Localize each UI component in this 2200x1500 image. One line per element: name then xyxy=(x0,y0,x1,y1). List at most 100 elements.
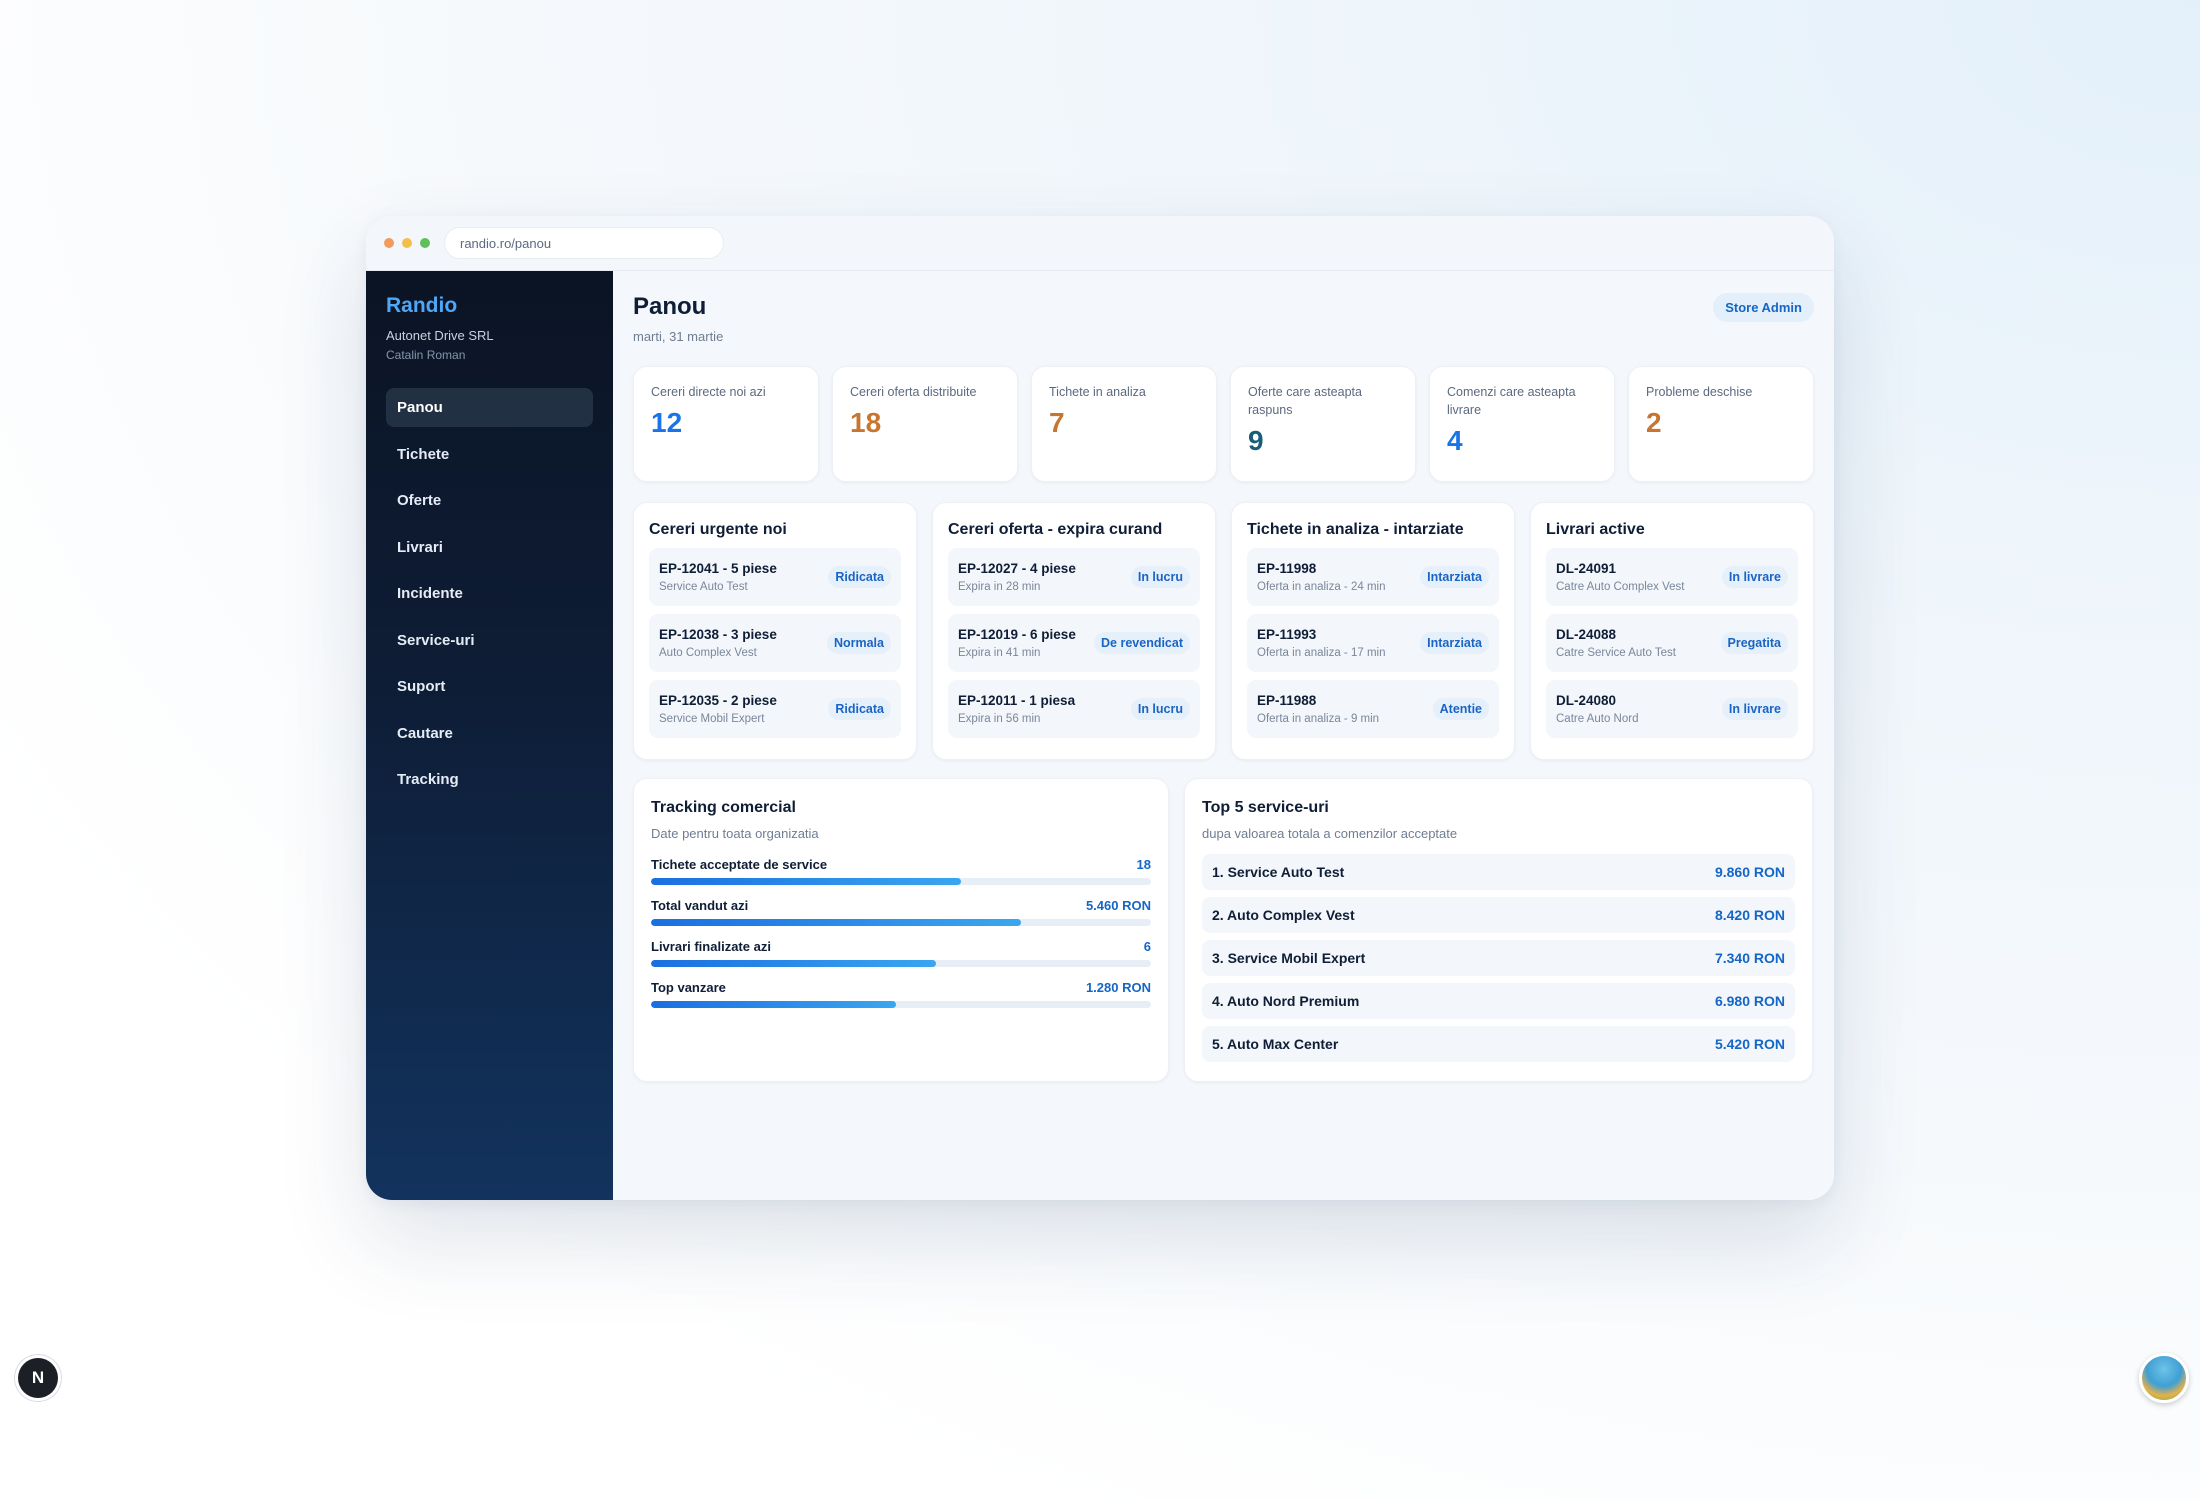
status-badge: Intarziata xyxy=(1420,566,1489,588)
stat-card-tichete-analiza[interactable]: Tichete in analiza 7 xyxy=(1031,366,1217,482)
item-subtitle: Service Auto Test xyxy=(659,581,748,593)
ranking-value: 5.420 RON xyxy=(1714,1036,1785,1052)
card-title: Tichete in analiza - intarziate xyxy=(1247,521,1464,538)
maximize-window-dot[interactable] xyxy=(420,238,430,248)
list-item[interactable]: EP-12019 - 6 piese Expira in 41 min De re… xyxy=(948,614,1200,672)
sidebar-item-service-uri[interactable]: Service-uri xyxy=(386,621,593,660)
item-subtitle: Catre Auto Complex Vest xyxy=(1556,581,1685,593)
ranking-value: 6.980 RON xyxy=(1714,993,1785,1009)
list-item[interactable]: EP-11993 Oferta in analiza - 17 min Intar… xyxy=(1247,614,1499,672)
status-badge: Normala xyxy=(826,632,891,654)
metric-label: Livrari finalizate azi xyxy=(651,939,771,954)
ranking-name: 1. Service Auto Test xyxy=(1212,864,1345,880)
card-title: Tracking comercial xyxy=(651,799,796,816)
list-item[interactable]: EP-12038 - 3 piese Auto Complex Vest Norm… xyxy=(649,614,901,672)
sidebar-item-tichete[interactable]: Tichete xyxy=(386,435,593,474)
ranking-name: 5. Auto Max Center xyxy=(1212,1036,1339,1052)
page-title: Panou xyxy=(633,293,707,320)
metric-total-vandut: Total vandut azi 5.460 RON xyxy=(651,898,1151,939)
item-title: EP-12019 - 6 piese xyxy=(958,627,1076,642)
card-subtitle: dupa valoarea totala a comenzilor accept… xyxy=(1202,826,1458,841)
item-title: EP-11993 xyxy=(1257,627,1317,642)
progress-fill xyxy=(651,919,1021,926)
progress-fill xyxy=(651,960,936,967)
minimize-window-dot[interactable] xyxy=(402,238,412,248)
sidebar-item-livrari[interactable]: Livrari xyxy=(386,528,593,567)
urgent-requests-card: Cereri urgente noi EP-12041 - 5 piese Ser… xyxy=(633,502,917,760)
item-title: EP-12011 - 1 piesa xyxy=(958,693,1076,708)
list-item[interactable]: EP-12011 - 1 piesa Expira in 56 min In lu… xyxy=(948,680,1200,738)
close-window-dot[interactable] xyxy=(384,238,394,248)
list-item[interactable]: DL-24080 Catre Auto Nord In livrare xyxy=(1546,680,1798,738)
address-bar[interactable]: randio.ro/panou xyxy=(444,227,724,259)
list-item[interactable]: EP-12035 - 2 piese Service Mobil Expert R… xyxy=(649,680,901,738)
sidebar-item-label: Incidente xyxy=(397,585,463,602)
status-badge: In livrare xyxy=(1721,698,1788,720)
ranking-item[interactable]: 1. Service Auto Test 9.860 RON xyxy=(1202,854,1795,890)
sidebar-item-tracking[interactable]: Tracking xyxy=(386,760,593,799)
item-title: DL-24088 xyxy=(1556,627,1617,642)
nextjs-devtools-button[interactable]: N xyxy=(18,1358,58,1398)
stat-value: 9 xyxy=(1248,425,1264,456)
item-subtitle: Catre Service Auto Test xyxy=(1556,647,1676,659)
stat-label: Cereri oferta distribuite xyxy=(850,385,977,399)
sidebar-item-cautare[interactable]: Cautare xyxy=(386,714,593,753)
active-deliveries-card: Livrari active DL-24091 Catre Auto Comple… xyxy=(1530,502,1814,760)
stat-value: 2 xyxy=(1646,407,1662,438)
item-title: EP-11988 xyxy=(1257,693,1317,708)
top-services-card: Top 5 service-uri dupa valoarea totala a… xyxy=(1184,778,1813,1082)
stat-label: Tichete in analiza xyxy=(1049,385,1146,399)
list-item[interactable]: EP-12027 - 4 piese Expira in 28 min In lu… xyxy=(948,548,1200,606)
metric-value: 18 xyxy=(1136,857,1151,872)
stat-card-probleme[interactable]: Probleme deschise 2 xyxy=(1628,366,1814,482)
ranking-item[interactable]: 4. Auto Nord Premium 6.980 RON xyxy=(1202,983,1795,1019)
brand-logo[interactable]: Randio xyxy=(386,294,593,318)
status-badge: In lucru xyxy=(1130,698,1190,720)
role-badge[interactable]: Store Admin xyxy=(1713,293,1814,322)
list-item[interactable]: DL-24091 Catre Auto Complex Vest In livra… xyxy=(1546,548,1798,606)
sidebar-item-oferte[interactable]: Oferte xyxy=(386,481,593,520)
status-badge: Atentie xyxy=(1432,698,1489,720)
sidebar-item-panou[interactable]: Panou xyxy=(386,388,593,427)
metric-label: Total vandut azi xyxy=(651,898,749,913)
page-date: marti, 31 martie xyxy=(633,329,724,344)
browser-chrome: randio.ro/panou xyxy=(366,216,1834,271)
ranking-value: 9.860 RON xyxy=(1714,864,1785,880)
stat-card-comenzi-livrare[interactable]: Comenzi care asteapta livrare 4 xyxy=(1429,366,1615,482)
item-title: EP-12035 - 2 piese xyxy=(659,693,777,708)
item-title: DL-24080 xyxy=(1556,693,1617,708)
list-item[interactable]: EP-11998 Oferta in analiza - 24 min Intar… xyxy=(1247,548,1499,606)
status-badge: In lucru xyxy=(1130,566,1190,588)
sidebar-item-suport[interactable]: Suport xyxy=(386,667,593,706)
stat-card-cereri-oferta[interactable]: Cereri oferta distribuite 18 xyxy=(832,366,1018,482)
list-item[interactable]: EP-12041 - 5 piese Service Auto Test Ridi… xyxy=(649,548,901,606)
stat-label: Comenzi care asteapta livrare xyxy=(1447,385,1576,417)
stat-label: Oferte care asteapta raspuns xyxy=(1248,385,1362,417)
list-item[interactable]: DL-24088 Catre Service Auto Test Pregatit… xyxy=(1546,614,1798,672)
item-subtitle: Expira in 56 min xyxy=(958,713,1041,725)
ranking-item[interactable]: 3. Service Mobil Expert 7.340 RON xyxy=(1202,940,1795,976)
user-name: Catalin Roman xyxy=(386,348,466,362)
metric-livrari-finalizate: Livrari finalizate azi 6 xyxy=(651,939,1151,980)
tracking-card: Tracking comercial Date pentru toata org… xyxy=(633,778,1169,1082)
ranking-item[interactable]: 2. Auto Complex Vest 8.420 RON xyxy=(1202,897,1795,933)
list-item[interactable]: EP-11988 Oferta in analiza - 9 min Atenti… xyxy=(1247,680,1499,738)
sidebar-item-label: Tichete xyxy=(397,445,450,463)
item-subtitle: Expira in 41 min xyxy=(958,647,1041,659)
user-avatar[interactable] xyxy=(2139,1353,2189,1403)
sidebar-item-incidente[interactable]: Incidente xyxy=(386,574,593,613)
item-title: EP-12027 - 4 piese xyxy=(958,561,1076,576)
status-badge: In livrare xyxy=(1721,566,1788,588)
stat-card-oferte-raspuns[interactable]: Oferte care asteapta raspuns 9 xyxy=(1230,366,1416,482)
expiring-offers-card: Cereri oferta - expira curand EP-12027 -… xyxy=(932,502,1216,760)
ranking-name: 3. Service Mobil Expert xyxy=(1212,950,1366,966)
card-title: Livrari active xyxy=(1546,521,1645,538)
ranking-item[interactable]: 5. Auto Max Center 5.420 RON xyxy=(1202,1026,1795,1062)
browser-window: randio.ro/panou Randio Autonet Drive SRL… xyxy=(366,216,1834,1200)
stat-card-cereri-directe[interactable]: Cereri directe noi azi 12 xyxy=(633,366,819,482)
sidebar: Randio Autonet Drive SRL Catalin Roman P… xyxy=(366,271,613,1200)
status-badge: Intarziata xyxy=(1420,632,1489,654)
metric-top-vanzare: Top vanzare 1.280 RON xyxy=(651,980,1151,1021)
address-bar-url: randio.ro/panou xyxy=(460,235,552,251)
item-subtitle: Catre Auto Nord xyxy=(1556,713,1639,725)
